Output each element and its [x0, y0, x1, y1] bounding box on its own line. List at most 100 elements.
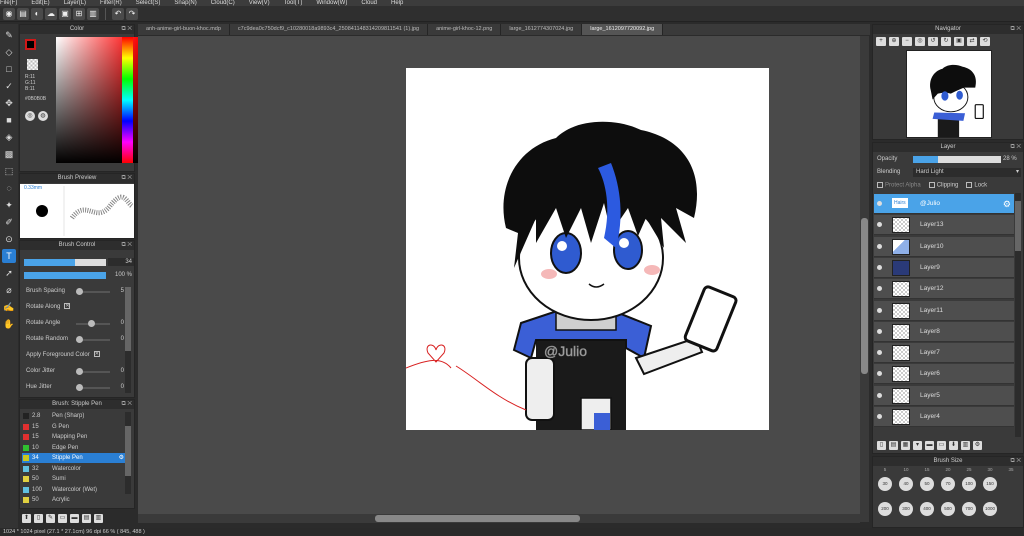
save-icon[interactable]: ▣: [59, 7, 71, 20]
magic-wand-tool-icon[interactable]: ✦: [2, 198, 16, 212]
zoom-out-icon[interactable]: −: [902, 37, 912, 46]
brush-control-row[interactable]: Hue Jitter 0: [26, 383, 124, 392]
lock-option[interactable]: Lock: [966, 182, 987, 189]
brush-control-slider[interactable]: [76, 288, 110, 295]
layer-row[interactable]: Layer6: [874, 364, 1014, 385]
layer-settings-icon[interactable]: ⚙: [973, 441, 982, 450]
brush-control-row[interactable]: Rotate Along ✕: [26, 303, 124, 312]
canvas-horizontal-scrollbar[interactable]: [138, 514, 860, 523]
panel-pin-icon[interactable]: ⧉ ✕: [1010, 457, 1021, 466]
layer-row[interactable]: Layer11: [874, 300, 1014, 321]
clipping-checkbox[interactable]: [928, 182, 935, 188]
undo-button[interactable]: ↶: [112, 7, 124, 20]
panel-pin-icon[interactable]: ⧉ ✕: [121, 400, 132, 409]
new-8bit-layer-icon[interactable]: ▦: [901, 441, 910, 450]
blending-mode-select[interactable]: Hard Light ▾: [913, 168, 1021, 177]
brush-settings-icon[interactable]: ✎: [46, 513, 55, 523]
app-logo-icon[interactable]: ◉: [3, 7, 15, 20]
protect-alpha-option[interactable]: Protect Alpha: [877, 182, 921, 189]
new-file-icon[interactable]: ▤: [17, 7, 29, 20]
panel-pin-icon[interactable]: ⧉ ✕: [1010, 25, 1021, 34]
brush-control-row[interactable]: Rotate Angle 0: [26, 319, 124, 328]
foreground-color-swatch[interactable]: [25, 39, 36, 50]
duplicate-brush-icon[interactable]: ▭: [58, 513, 67, 523]
folder-icon[interactable]: ▬: [925, 441, 934, 450]
eraser-tool-icon[interactable]: ◇: [2, 45, 16, 59]
hand-tool-icon[interactable]: ✋: [2, 317, 16, 331]
brush-size-option[interactable]: 70: [941, 477, 955, 491]
document-canvas[interactable]: @Julio: [406, 68, 769, 430]
brush-size-option[interactable]: 20: [938, 467, 958, 472]
brush-size-option[interactable]: 150: [983, 477, 997, 491]
gear-icon[interactable]: ⚙: [1003, 194, 1011, 214]
brush-size-slider[interactable]: [24, 259, 106, 266]
brush-list-item[interactable]: 100 Watercolor (Wet): [22, 485, 126, 495]
copy-brush-icon[interactable]: ▤: [82, 513, 91, 523]
duplicate-layer-icon[interactable]: ▭: [937, 441, 946, 450]
brush-list-item[interactable]: 50 Acrylic: [22, 495, 126, 505]
brush-size-option[interactable]: 15: [917, 467, 937, 472]
brush-control-row[interactable]: Brush Spacing 5: [26, 287, 124, 296]
brush-control-slider[interactable]: [76, 336, 110, 343]
zoom-in-icon[interactable]: +: [876, 37, 886, 46]
brush-control-checkbox[interactable]: ✕: [64, 303, 71, 310]
panel-pin-icon[interactable]: ⧉ ✕: [121, 241, 132, 250]
trash-icon[interactable]: ▥: [94, 513, 103, 523]
layer-row[interactable]: Layer10: [874, 236, 1014, 257]
brush-list-item[interactable]: 32 Watercolor: [22, 464, 126, 474]
visibility-eye-icon[interactable]: [877, 201, 882, 206]
layer-row[interactable]: Layer8: [874, 321, 1014, 342]
slider-knob[interactable]: [76, 336, 83, 343]
brush-size-option[interactable]: 400: [920, 502, 934, 516]
lasso-tool-icon[interactable]: ◌: [2, 181, 16, 195]
visibility-eye-icon[interactable]: [877, 392, 882, 398]
visibility-eye-icon[interactable]: [877, 328, 882, 334]
layer-row[interactable]: Hairs @Julio ⚙: [874, 194, 1014, 214]
canvas-area[interactable]: @Julio: [138, 36, 860, 516]
brush-size-option[interactable]: 10: [896, 467, 916, 472]
visibility-eye-icon[interactable]: [877, 414, 882, 419]
slider-knob[interactable]: [76, 288, 83, 295]
brush-size-option[interactable]: 30: [980, 467, 1000, 472]
layer-opacity-slider[interactable]: [913, 156, 1001, 163]
brush-list-item[interactable]: 50 Sumi: [22, 474, 126, 484]
cloud-icon[interactable]: ☁: [45, 7, 57, 20]
eyedropper-tool-icon[interactable]: ⊙: [2, 232, 16, 246]
fill-rect-tool-icon[interactable]: ■: [2, 113, 16, 127]
new-brush-icon[interactable]: ▯: [34, 513, 43, 523]
panel-pin-icon[interactable]: ⧉ ✕: [121, 25, 132, 34]
brush-list-item[interactable]: 2.8 Pen (Sharp): [22, 411, 126, 421]
text-tool-icon[interactable]: T: [2, 249, 16, 263]
brush-size-option[interactable]: 40: [899, 477, 913, 491]
brush-size-option[interactable]: 5: [875, 467, 895, 472]
panel-pin-icon[interactable]: ⧉ ✕: [1010, 143, 1021, 152]
bucket-tool-icon[interactable]: ◈: [2, 130, 16, 144]
slider-knob[interactable]: [88, 320, 96, 327]
document-tab[interactable]: large_1612097720092.jpg: [582, 24, 664, 35]
brush-opacity-slider[interactable]: [24, 272, 106, 279]
rotate-right-icon[interactable]: ↻: [941, 37, 951, 46]
layer-row[interactable]: Layer12: [874, 279, 1014, 300]
navigator-thumbnail[interactable]: [906, 50, 992, 138]
lock-checkbox[interactable]: [966, 182, 973, 188]
brush-size-option[interactable]: 700: [962, 502, 976, 516]
brush-size-value[interactable]: 34: [108, 258, 134, 266]
brush-tool-icon[interactable]: ✎: [2, 28, 16, 42]
brush-size-option[interactable]: 100: [962, 477, 976, 491]
document-tab[interactable]: anime-girl-khoc-12.png: [428, 24, 502, 35]
brush-size-option[interactable]: 300: [899, 502, 913, 516]
zoom-actual-icon[interactable]: ◎: [915, 37, 925, 46]
add-brush-icon[interactable]: ⬆: [22, 513, 31, 523]
delete-icon[interactable]: ▥: [87, 7, 99, 20]
layer-list-scrollbar[interactable]: [1015, 193, 1021, 437]
brush-list-item[interactable]: 34 Stipple Pen ⚙: [22, 453, 126, 463]
transparent-color-swatch[interactable]: [27, 59, 38, 70]
slider-knob[interactable]: [76, 384, 83, 391]
clipping-option[interactable]: Clipping: [928, 182, 958, 189]
scroll-thumb[interactable]: [375, 515, 580, 522]
brush-control-scrollbar[interactable]: [125, 287, 131, 393]
trash-icon[interactable]: ▥: [961, 441, 970, 450]
new-halftone-layer-icon[interactable]: ▤: [889, 441, 898, 450]
rotate-left-icon[interactable]: ↺: [928, 37, 938, 46]
visibility-eye-icon[interactable]: [877, 264, 882, 270]
